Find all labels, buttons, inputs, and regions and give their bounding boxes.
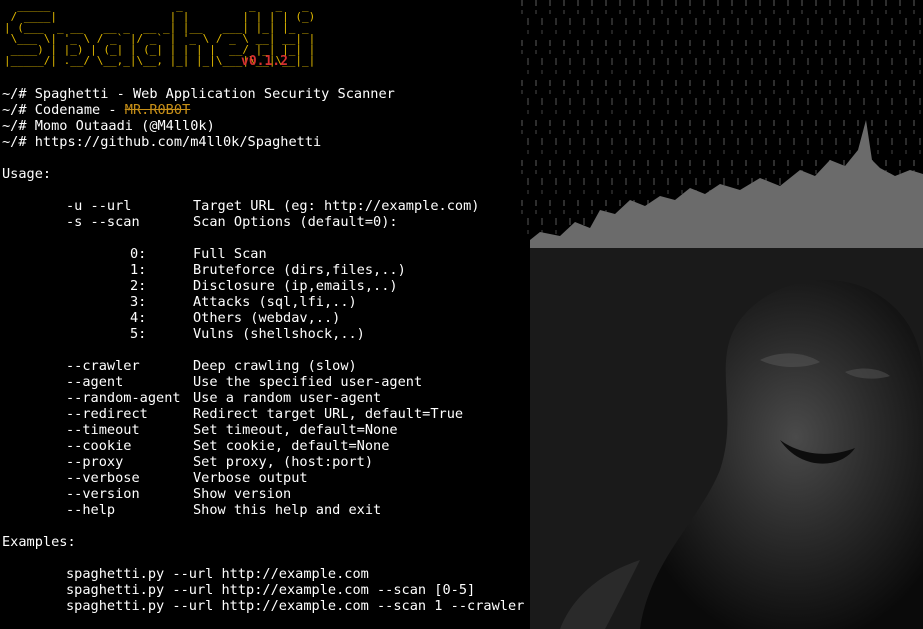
option-flag: --timeout <box>66 422 140 438</box>
option-desc: Verbose output <box>193 470 308 486</box>
option-flag: --proxy <box>66 454 124 470</box>
terminal-window: _____ _ _ _ _ / ____| | | | | | | (_) | … <box>0 0 923 629</box>
examples-heading: Examples: <box>2 534 76 550</box>
option-desc: Redirect target URL, default=True <box>193 406 464 422</box>
option-desc: Set cookie, default=None <box>193 438 390 454</box>
option-desc: Deep crawling (slow) <box>193 358 357 374</box>
option-desc: Use a random user-agent <box>193 390 382 406</box>
version-label: v0.1.2 <box>241 54 288 69</box>
option-flag: -s --scan <box>66 214 140 230</box>
option-flag: --crawler <box>66 358 140 374</box>
option-desc: Set timeout, default=None <box>193 422 398 438</box>
scan-option-desc: Disclosure (ip,emails,..) <box>193 278 398 294</box>
scan-option-desc: Vulns (shellshock,..) <box>193 326 365 342</box>
option-flag: --cookie <box>66 438 132 454</box>
scan-option-desc: Others (webdav,..) <box>193 310 341 326</box>
example-command: spaghetti.py --url http://example.com --… <box>66 582 476 598</box>
option-flag: --help <box>66 502 116 518</box>
option-flag: --redirect <box>66 406 148 422</box>
option-desc: Show version <box>193 486 292 502</box>
codename-prefix: ~/# Codename - <box>2 102 125 118</box>
option-flag: --version <box>66 486 140 502</box>
scan-option-num: 1: <box>130 262 147 278</box>
option-desc: Use the specified user-agent <box>193 374 423 390</box>
option-flag: --random-agent <box>66 390 181 406</box>
option-desc: Show this help and exit <box>193 502 382 518</box>
scan-option-num: 3: <box>130 294 147 310</box>
scan-option-desc: Full Scan <box>193 246 267 262</box>
example-command: spaghetti.py --url http://example.com --… <box>66 598 525 614</box>
info-title: ~/# Spaghetti - Web Application Security… <box>2 86 395 102</box>
scan-option-num: 0: <box>130 246 147 262</box>
scan-option-num: 5: <box>130 326 147 342</box>
option-flag: --verbose <box>66 470 140 486</box>
info-author: ~/# Momo Outaadi (@M4ll0k) <box>2 118 215 134</box>
info-url: ~/# https://github.com/m4ll0k/Spaghetti <box>2 134 322 150</box>
scan-option-desc: Bruteforce (dirs,files,..) <box>193 262 406 278</box>
info-codename: ~/# Codename - MR.R0B0T <box>2 102 190 118</box>
option-flag: --agent <box>66 374 124 390</box>
option-flag: -u --url <box>66 198 132 214</box>
scan-option-desc: Attacks (sql,lfi,..) <box>193 294 357 310</box>
scan-option-num: 2: <box>130 278 147 294</box>
option-desc: Set proxy, (host:port) <box>193 454 374 470</box>
usage-heading: Usage: <box>2 166 52 182</box>
example-command: spaghetti.py --url http://example.com <box>66 566 369 582</box>
codename-value: MR.R0B0T <box>124 102 191 118</box>
option-desc: Target URL (eg: http://example.com) <box>193 198 480 214</box>
option-desc: Scan Options (default=0): <box>193 214 398 230</box>
scan-option-num: 4: <box>130 310 147 326</box>
